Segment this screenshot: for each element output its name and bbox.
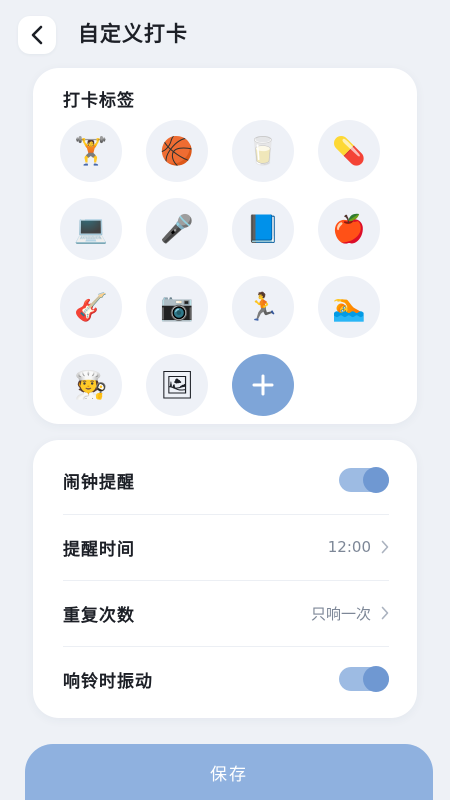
tag-swimmer[interactable]: 🏊: [318, 276, 380, 338]
back-button[interactable]: [18, 16, 56, 54]
reminder-time-label: 提醒时间: [63, 539, 135, 560]
runner-icon: 🏃: [246, 291, 280, 323]
tag-basketball[interactable]: 🏀: [146, 120, 208, 182]
alarm-reminder-row: 闹钟提醒: [63, 448, 389, 512]
tag-pill[interactable]: 💊: [318, 120, 380, 182]
tag-grid: 🏋 🏀 🥛 💊 💻 🎤 📘 🍎 🎸 📷 🏃 🏊 🧑‍🍳 🖼: [60, 120, 400, 416]
alarm-reminder-label: 闹钟提醒: [63, 472, 135, 493]
repeat-count-value: 只响一次: [310, 604, 371, 623]
chevron-right-icon: [381, 540, 389, 554]
tag-guitar[interactable]: 🎸: [60, 276, 122, 338]
vibrate-label: 响铃时振动: [63, 671, 153, 692]
tag-apple[interactable]: 🍎: [318, 198, 380, 260]
tag-water-glass[interactable]: 🥛: [232, 120, 294, 182]
vibrate-row: 响铃时振动: [63, 647, 389, 711]
alarm-reminder-toggle[interactable]: [339, 467, 389, 493]
camera-icon: 📷: [160, 291, 194, 323]
repeat-count-value-group: 只响一次: [311, 603, 389, 624]
tag-laptop[interactable]: 💻: [60, 198, 122, 260]
header: 自定义打卡: [0, 0, 450, 68]
chevron-left-icon: [31, 25, 43, 45]
laptop-icon: 💻: [74, 213, 108, 245]
tag-camera[interactable]: 📷: [146, 276, 208, 338]
tag-microphone[interactable]: 🎤: [146, 198, 208, 260]
reminder-time-value-group: 12:00: [328, 538, 389, 556]
save-button[interactable]: 保存: [25, 744, 433, 800]
guitar-icon: 🎸: [74, 291, 108, 323]
tag-dumbbell[interactable]: 🏋: [60, 120, 122, 182]
tags-card: 打卡标签 🏋 🏀 🥛 💊 💻 🎤 📘 🍎 🎸 📷 🏃 🏊 🧑‍🍳 🖼: [33, 68, 417, 424]
toggle-knob: [363, 467, 389, 493]
tag-book[interactable]: 📘: [232, 198, 294, 260]
toggle-knob: [363, 666, 389, 692]
apple-icon: 🍎: [332, 213, 366, 245]
water-glass-icon: 🥛: [246, 135, 280, 167]
reminder-time-value: 12:00: [327, 538, 371, 556]
tag-painting[interactable]: 🖼: [146, 354, 208, 416]
chevron-right-icon: [381, 606, 389, 620]
page-title: 自定义打卡: [78, 22, 188, 46]
basketball-icon: 🏀: [160, 135, 194, 167]
tags-section-title: 打卡标签: [63, 91, 135, 111]
plus-icon: [252, 374, 274, 396]
add-tag-button[interactable]: [232, 354, 294, 416]
chef-icon: 🧑‍🍳: [74, 369, 108, 401]
tag-runner[interactable]: 🏃: [232, 276, 294, 338]
painting-icon: 🖼: [159, 369, 195, 401]
pill-icon: 💊: [332, 135, 366, 167]
repeat-count-row[interactable]: 重复次数 只响一次: [63, 581, 389, 645]
book-icon: 📘: [246, 213, 280, 245]
settings-card: 闹钟提醒 提醒时间 12:00 重复次数 只响一次 响铃时振动: [33, 440, 417, 718]
swimmer-icon: 🏊: [332, 291, 366, 323]
tag-chef[interactable]: 🧑‍🍳: [60, 354, 122, 416]
dumbbell-icon: 🏋: [74, 135, 108, 167]
repeat-count-label: 重复次数: [63, 605, 135, 626]
reminder-time-row[interactable]: 提醒时间 12:00: [63, 515, 389, 579]
vibrate-toggle[interactable]: [339, 666, 389, 692]
microphone-icon: 🎤: [160, 213, 194, 245]
